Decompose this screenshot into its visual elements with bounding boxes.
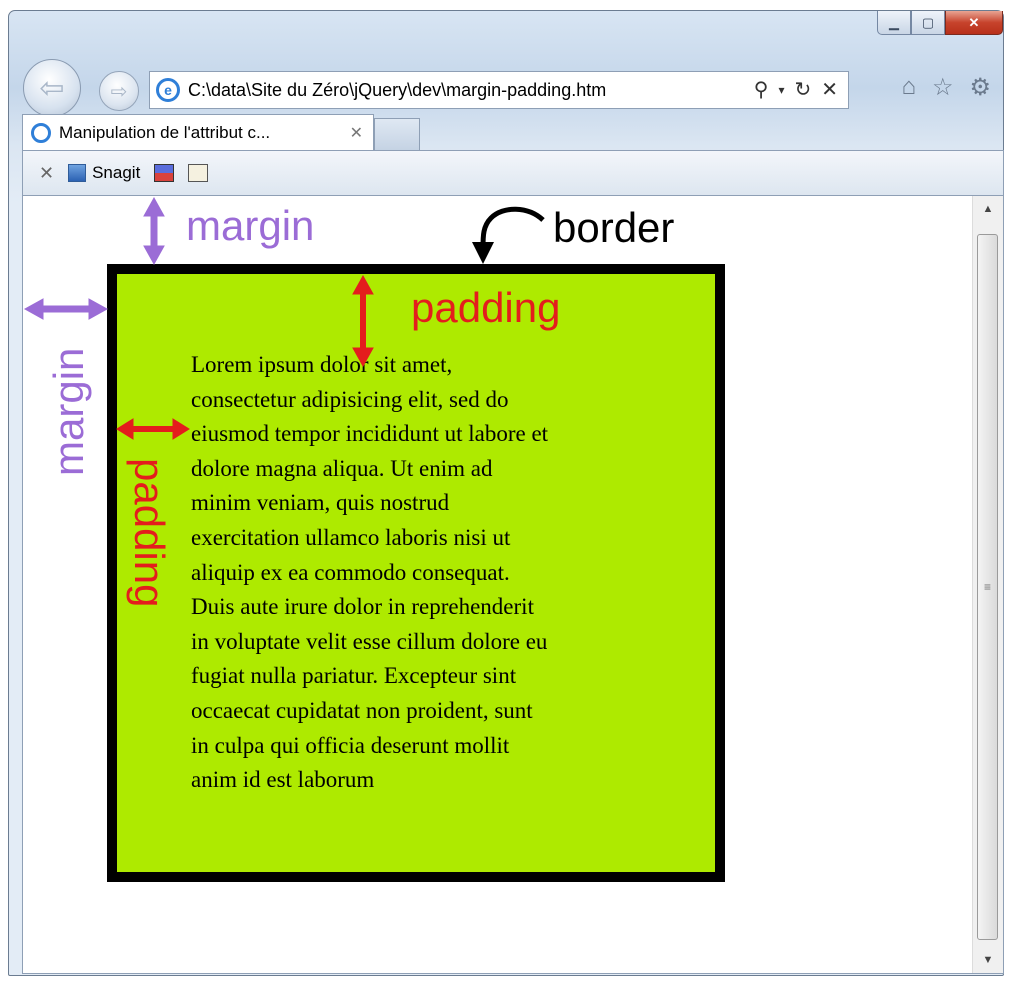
ie-page-icon: e: [156, 78, 180, 102]
star-icon[interactable]: ☆: [932, 73, 954, 102]
margin-top-arrow: [143, 196, 165, 266]
snagit-editor-icon[interactable]: [188, 164, 209, 182]
page-content: Lorem ipsum dolor sit amet, consectetur …: [22, 196, 1004, 974]
ie-tab-icon: [31, 122, 51, 143]
stop-icon[interactable]: ✕: [821, 77, 838, 103]
back-button[interactable]: ⇦: [23, 59, 81, 117]
close-icon[interactable]: ✕: [945, 11, 1003, 35]
border-arrow: [472, 206, 545, 264]
tab-label: Manipulation de l'attribut c...: [59, 122, 271, 142]
tab-active[interactable]: Manipulation de l'attribut c... ✕: [22, 114, 374, 150]
gear-icon[interactable]: ⚙: [969, 73, 991, 102]
snagit-capture-icon[interactable]: [154, 164, 175, 182]
close-icon[interactable]: ✕: [39, 163, 54, 184]
refresh-icon[interactable]: ↻: [794, 77, 811, 103]
chevron-down-icon[interactable]: ▾: [778, 77, 784, 103]
browser-commands: ⌂ ☆ ⚙: [901, 73, 991, 102]
scroll-thumb[interactable]: ≡: [977, 234, 998, 940]
scroll-up-icon[interactable]: ▲: [973, 196, 1003, 222]
scroll-down-icon[interactable]: ▼: [973, 947, 1003, 973]
snagit-label: Snagit: [92, 163, 141, 182]
minimize-icon[interactable]: ▁: [877, 11, 911, 35]
maximize-icon[interactable]: ▢: [911, 11, 945, 35]
annotation-arrows: [23, 196, 545, 440]
caption-buttons: ▁ ▢ ✕: [877, 11, 1003, 41]
new-tab-button[interactable]: [374, 118, 420, 150]
tab-close-icon[interactable]: ✕: [350, 123, 363, 143]
vertical-scrollbar[interactable]: ▲ ≡ ▼: [972, 196, 1003, 973]
forward-button[interactable]: ⇨: [99, 71, 139, 111]
command-toolbar: ✕ Snagit: [22, 150, 1004, 196]
address-url[interactable]: C:\data\Site du Zéro\jQuery\dev\margin-p…: [188, 80, 754, 101]
tab-strip: Manipulation de l'attribut c... ✕: [22, 114, 420, 150]
padding-top-arrow: [352, 274, 374, 368]
snagit-button[interactable]: Snagit: [68, 163, 140, 183]
search-icon[interactable]: ⚲: [754, 77, 769, 103]
address-tools: ⚲ ▾ ↻ ✕: [754, 77, 838, 103]
home-icon[interactable]: ⌂: [901, 73, 916, 102]
arrow-left-icon: ⇦: [39, 71, 65, 105]
arrow-right-icon: ⇨: [110, 80, 128, 103]
address-bar[interactable]: e C:\data\Site du Zéro\jQuery\dev\margin…: [149, 71, 849, 109]
margin-left-arrow: [23, 298, 109, 320]
padding-left-arrow: [116, 418, 190, 440]
snagit-icon: [68, 164, 87, 182]
